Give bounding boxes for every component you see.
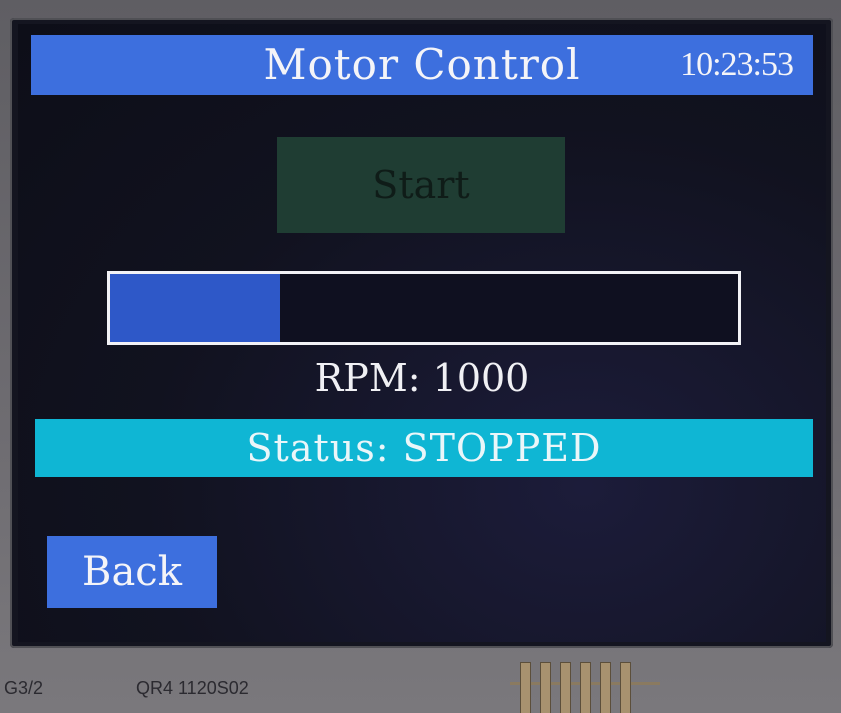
title-bar: Motor Control 10:23:53 bbox=[31, 35, 813, 95]
rpm-value: 1000 bbox=[432, 356, 530, 400]
status-bar: Status: STOPPED bbox=[35, 419, 813, 477]
clock-time: 10:23:53 bbox=[680, 46, 794, 83]
rpm-label: RPM: bbox=[314, 356, 421, 400]
rpm-progress-fill bbox=[110, 274, 280, 342]
start-button[interactable]: Start bbox=[277, 137, 565, 233]
flex-connector bbox=[510, 652, 660, 713]
rpm-progress-bar bbox=[107, 271, 741, 345]
back-button[interactable]: Back bbox=[47, 536, 217, 608]
status-text: Status: STOPPED bbox=[246, 426, 602, 470]
device-photo: Motor Control 10:23:53 Start RPM: 1000 S… bbox=[0, 0, 841, 713]
board-label-g3: G3/2 bbox=[4, 678, 44, 698]
lcd-screen: Motor Control 10:23:53 Start RPM: 1000 S… bbox=[18, 24, 826, 642]
board-label-qr4: QR4 1120S02 bbox=[136, 678, 249, 698]
rpm-readout: RPM: 1000 bbox=[18, 354, 826, 402]
